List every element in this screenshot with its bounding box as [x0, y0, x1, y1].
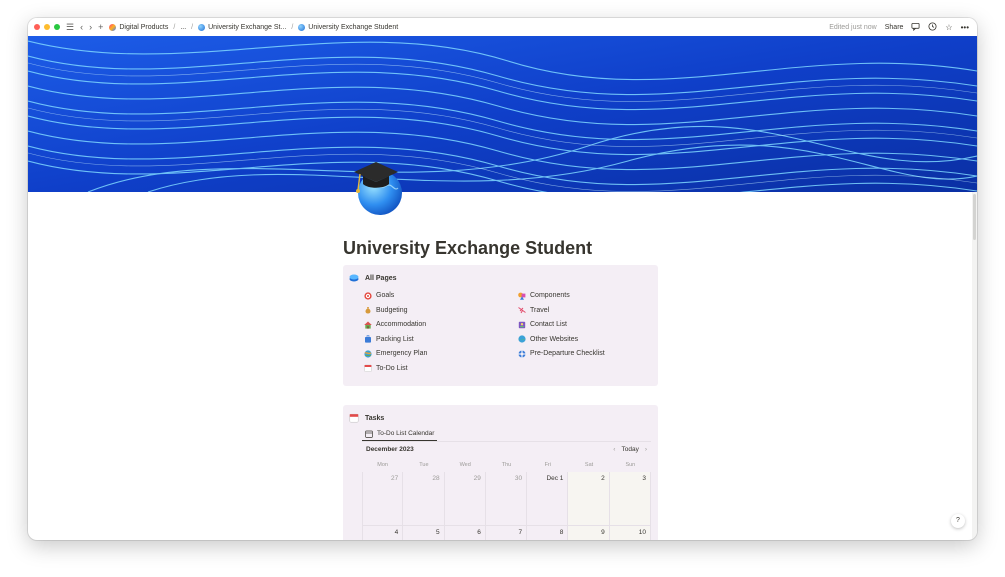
new-page-icon[interactable]: + [98, 22, 103, 32]
calendar-view: December 2023 ‹ Today › Mon Tue Wed Thu … [362, 441, 651, 540]
calendar-day[interactable]: 9 [568, 526, 610, 540]
weekday-header: Mon Tue Wed Thu Fri Sat Sun [362, 462, 651, 468]
globe-icon [298, 23, 306, 31]
calendar-day[interactable]: 8 [527, 526, 569, 540]
breadcrumb-current-page[interactable]: University Exchange Student [298, 23, 398, 31]
calendar-day[interactable]: 10 [609, 526, 651, 540]
stack-icon [349, 274, 359, 282]
top-right-tools: Edited just now Share ☆ ••• [829, 21, 969, 33]
zoom-window-button[interactable] [54, 24, 60, 30]
breadcrumb-digital-products[interactable]: Digital Products [109, 23, 168, 31]
scrollbar-track[interactable] [972, 192, 977, 540]
edited-status: Edited just now [829, 23, 877, 31]
app-window: ☰ ‹ › + Digital Products / ... / Univers… [28, 18, 977, 540]
page-link-components[interactable]: Components [518, 291, 605, 300]
all-pages-heading: All Pages [349, 273, 397, 283]
close-window-button[interactable] [34, 24, 40, 30]
page-link-other-websites[interactable]: Other Websites [518, 335, 605, 344]
calendar-day[interactable]: 5 [403, 526, 445, 540]
target-icon [364, 291, 372, 300]
calendar-day[interactable]: 3 [609, 472, 651, 526]
calendar-icon [364, 364, 372, 372]
share-button[interactable]: Share [885, 24, 904, 31]
pages-column-left: Goals Budgeting Accommodation Packing Li… [364, 291, 427, 373]
calendar-day[interactable]: 7 [485, 526, 528, 540]
lifebuoy-icon [518, 350, 526, 357]
calendar-day[interactable]: 29 [444, 472, 486, 526]
window-controls [34, 24, 60, 30]
calendar-grid: 27 28 29 30 Dec 1 2 3 4 5 6 7 8 9 10 [362, 472, 651, 540]
next-month-icon[interactable]: › [645, 446, 647, 453]
today-button[interactable]: Today [621, 446, 638, 453]
back-icon[interactable]: ‹ [80, 22, 83, 32]
graduation-cap-globe-icon[interactable] [346, 156, 408, 218]
suitcase-icon [365, 335, 371, 343]
globe-icon [364, 349, 372, 358]
page-link-contact-list[interactable]: Contact List [518, 320, 605, 329]
tasks-heading: Tasks [349, 413, 384, 423]
weekday-label: Wed [459, 462, 471, 468]
weekday-label: Thu [501, 462, 512, 468]
page-link-emergency-plan[interactable]: Emergency Plan [364, 349, 427, 358]
calendar-day[interactable]: 4 [362, 526, 404, 540]
weekday-label: Sat [584, 462, 594, 468]
calendar-day[interactable]: Dec 1 [527, 472, 569, 526]
tasks-callout: Tasks To-Do List Calendar December 2023 … [343, 405, 658, 540]
minimize-window-button[interactable] [44, 24, 50, 30]
page-link-travel[interactable]: Travel [518, 306, 605, 315]
page-link-accommodation[interactable]: Accommodation [364, 320, 427, 329]
tab-to-do-list-calendar[interactable]: To-Do List Calendar [362, 427, 438, 441]
house-icon [364, 321, 372, 329]
page-link-pre-departure-checklist[interactable]: Pre-Departure Checklist [518, 349, 605, 358]
calendar-day[interactable]: 27 [362, 472, 404, 526]
globe-icon [198, 23, 206, 31]
calendar-day[interactable]: 2 [568, 472, 610, 526]
globe-icon [518, 335, 526, 343]
page-link-packing-list[interactable]: Packing List [364, 335, 427, 344]
money-bag-icon [365, 307, 371, 314]
sidebar-toggle-icon[interactable]: ☰ [66, 22, 74, 32]
updates-clock-icon[interactable] [928, 21, 937, 33]
scrollbar-thumb[interactable] [973, 194, 976, 240]
shapes-icon [518, 292, 526, 300]
breadcrumb-separator: / [191, 23, 194, 31]
calendar-view-icon [365, 430, 373, 438]
contact-card-icon [518, 321, 526, 328]
weekday-label: Tue [419, 462, 429, 468]
gradient-logo-icon [109, 23, 117, 31]
weekday-label: Mon [377, 462, 388, 468]
breadcrumb-separator: / [291, 23, 294, 31]
more-options-icon[interactable]: ••• [961, 23, 969, 32]
calendar-month: December 2023 [366, 446, 414, 453]
breadcrumb: Digital Products / ... / University Exch… [109, 23, 398, 31]
favorite-star-icon[interactable]: ☆ [945, 23, 952, 32]
page-link-to-do-list[interactable]: To-Do List [364, 364, 427, 373]
top-bar: ☰ ‹ › + Digital Products / ... / Univers… [28, 18, 977, 36]
all-pages-callout: All Pages Goals Budgeting Accommodation … [343, 265, 658, 386]
breadcrumb-parent-page[interactable]: University Exchange St... [198, 23, 286, 31]
breadcrumb-ellipsis[interactable]: ... [180, 24, 186, 31]
pages-column-right: Components Travel Contact List Other Web… [518, 291, 605, 358]
cover-image[interactable] [28, 36, 977, 192]
weekday-label: Fri [544, 462, 551, 468]
comments-icon[interactable] [911, 22, 920, 33]
previous-month-icon[interactable]: ‹ [613, 446, 615, 453]
page-link-budgeting[interactable]: Budgeting [364, 306, 427, 315]
blue-waves-cover [28, 36, 977, 192]
calendar-day[interactable]: 30 [485, 472, 528, 526]
calendar-day[interactable]: 6 [444, 526, 486, 540]
airplane-icon [518, 307, 526, 314]
help-button[interactable]: ? [951, 514, 965, 528]
breadcrumb-separator: / [173, 23, 176, 31]
forward-icon[interactable]: › [89, 22, 92, 32]
page-title[interactable]: University Exchange Student [343, 238, 592, 259]
weekday-label: Sun [625, 462, 636, 468]
page-link-goals[interactable]: Goals [364, 291, 427, 300]
calendar-icon [349, 413, 359, 423]
calendar-day[interactable]: 28 [403, 472, 445, 526]
calendar-nav: ‹ Today › [613, 446, 647, 453]
